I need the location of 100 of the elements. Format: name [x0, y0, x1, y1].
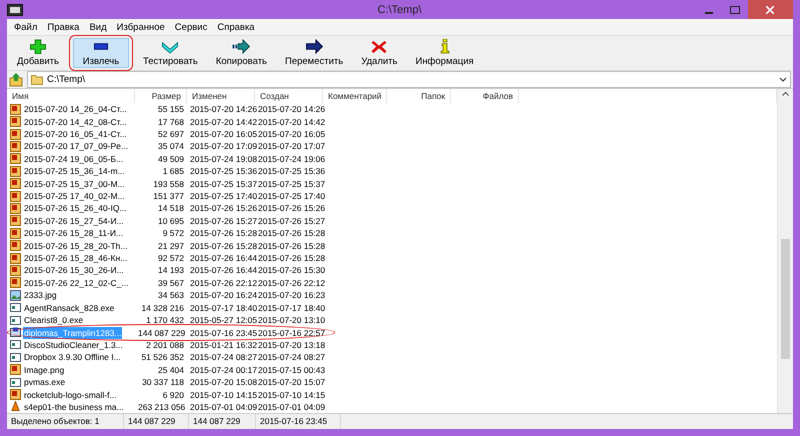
toolbar-button[interactable]: Информация: [411, 38, 478, 68]
file-name[interactable]: 2015-07-20 17_07_09-Pe...: [23, 140, 129, 152]
menu-item[interactable]: Справка: [212, 22, 260, 32]
column-header[interactable]: Создан: [255, 89, 323, 103]
toolbar-button[interactable]: Извлечь: [73, 38, 129, 68]
scroll-thumb[interactable]: [781, 239, 790, 359]
image-file-icon: [10, 264, 21, 276]
table-cell-text: 2015-07-24 00:17: [189, 364, 255, 376]
file-name[interactable]: 2333.jpg: [23, 289, 58, 302]
file-name[interactable]: Dropbox 3.9.30 Offline I...: [23, 351, 122, 364]
image-file-icon: [10, 166, 21, 177]
check-icon: [160, 39, 180, 54]
table-cell-text: 2015-07-24 19:08: [189, 152, 255, 165]
column-header[interactable]: Имя: [7, 89, 135, 103]
table-cell-text: 17 768: [157, 116, 185, 128]
toolbar-button[interactable]: Удалить: [357, 38, 402, 68]
column-header[interactable]: Изменен: [187, 89, 255, 103]
menu-item[interactable]: Правка: [42, 22, 84, 32]
table-cell-text: 2015-07-26 15:26: [189, 202, 255, 214]
table-cell-text: 2015-07-16 22:57: [257, 326, 323, 339]
file-name[interactable]: s4ep01-the business ma...: [23, 400, 125, 413]
file-name[interactable]: rocketclub-logo-small-f...: [23, 388, 118, 401]
table-cell-text: 2015-07-20 17:07: [257, 140, 323, 152]
toolbar-button[interactable]: Копировать: [212, 38, 271, 68]
table-cell-text: 2015-07-20 16:05: [189, 128, 255, 140]
table-cell-text: 2015-07-25 15:36: [189, 165, 255, 178]
table-cell-text: 2015-07-24 19:06: [257, 152, 323, 165]
file-name[interactable]: 2015-07-20 14_26_04-Ст...: [23, 103, 128, 116]
toolbar-button[interactable]: Тестировать: [139, 38, 202, 68]
file-name[interactable]: pvmas.exe: [23, 376, 66, 388]
table-cell-text: 193 558: [152, 178, 185, 190]
table-cell-text: 2015-07-20 15:08: [189, 376, 255, 388]
table-cell-text: 2015-01-21 16:32: [189, 338, 255, 351]
file-name[interactable]: 2015-07-26 15_28_46-Кн...: [23, 252, 128, 264]
file-name[interactable]: 2015-07-25 15_36_14-m...: [23, 165, 126, 178]
table-cell-text: 2015-07-20 14:42: [189, 116, 255, 128]
file-name[interactable]: 2015-07-26 15_26_40-IQ...: [23, 202, 128, 214]
file-name[interactable]: 2015-07-25 15_37_00-M...: [23, 178, 126, 190]
file-name[interactable]: 2015-07-26 15_27_54-И...: [23, 214, 125, 227]
file-name[interactable]: 2015-07-20 14_42_08-Ст...: [23, 116, 128, 128]
program-file-icon: [10, 352, 21, 363]
table-cell-text: 2015-07-26 15:27: [257, 214, 323, 227]
file-name[interactable]: 2015-07-26 15_30_26-И...: [23, 264, 125, 276]
file-name[interactable]: 2015-07-25 17_40_02-M...: [23, 190, 126, 202]
table-cell-text: 2015-07-20 15:07: [257, 376, 323, 388]
program-file-icon: [10, 314, 21, 326]
address-field[interactable]: C:\Temp\: [27, 71, 791, 88]
table-cell-text: 2015-07-26 15:30: [257, 264, 323, 276]
table-cell-text: 2015-07-26 15:28: [257, 252, 323, 264]
menu-item[interactable]: Сервис: [170, 22, 212, 32]
file-name[interactable]: 2015-07-26 15_28_20-Th...: [23, 240, 128, 252]
table-cell-text: 30 337 118: [141, 376, 185, 388]
table-cell-text: 1 685: [162, 165, 185, 178]
menu-item[interactable]: Файл: [9, 22, 42, 32]
file-name[interactable]: 2015-07-26 22_12_02-С_...: [23, 276, 130, 289]
scroll-up-icon[interactable]: [782, 91, 789, 96]
scrollbar[interactable]: [777, 89, 793, 413]
table-cell-text: 35 074: [157, 140, 185, 152]
file-name[interactable]: Clearist8_0.exe: [23, 314, 84, 326]
file-name[interactable]: Image.png: [23, 364, 66, 376]
menu-item[interactable]: Вид: [84, 22, 112, 32]
table-cell-text: 2015-07-01 04:09: [189, 400, 255, 413]
table-cell-text: 151 377: [152, 190, 185, 202]
table-cell-text: 14 518: [157, 202, 185, 214]
maximize-icon: [730, 6, 740, 14]
close-button[interactable]: [748, 0, 793, 19]
table-cell-text: 2015-07-24 08:27: [257, 351, 323, 364]
table-cell-text: 2015-07-26 15:28: [257, 240, 323, 252]
file-name[interactable]: AgentRansack_828.exe: [23, 302, 116, 314]
up-folder-icon[interactable]: [9, 72, 23, 86]
status-text: Выделено объектов: 1: [7, 414, 124, 429]
table-cell-text: 2015-07-26 15:28: [189, 240, 255, 252]
dropdown-caret-icon[interactable]: [779, 76, 787, 82]
table-cell-text: 2015-07-20 16:23: [257, 289, 323, 302]
toolbar-button[interactable]: Переместить: [281, 38, 348, 68]
table-cell-text: 2015-07-25 15:37: [189, 178, 255, 190]
file-name[interactable]: 2015-07-24 19_06_05-Б...: [23, 152, 124, 165]
column-header[interactable]: Файлов: [451, 89, 519, 103]
menu-item[interactable]: Избранное: [112, 22, 170, 32]
cone-icon: [10, 401, 21, 412]
table-cell-text: 2015-07-25 17:40: [189, 190, 255, 202]
folder-icon: [31, 74, 43, 85]
close-icon: [369, 39, 390, 54]
table-cell-text: 10 695: [157, 214, 185, 227]
column-header[interactable]: Комментарий: [323, 89, 387, 103]
window-title: C:\Temp\: [376, 4, 422, 16]
file-name[interactable]: 2015-07-20 16_05_41-Ст...: [23, 128, 128, 140]
toolbar-button[interactable]: Добавить: [13, 38, 63, 68]
table-cell-text: 2015-07-20 14:26: [189, 103, 255, 116]
table-cell-text: 92 572: [157, 252, 185, 264]
file-name[interactable]: DiscoStudioCleaner_1.3...: [23, 338, 124, 351]
plus-icon: [28, 39, 48, 54]
table-cell-text: 2015-07-17 18:40: [189, 302, 255, 314]
image-file-icon: [10, 252, 21, 264]
column-header[interactable]: Размер: [135, 89, 187, 103]
status-text: 2015-07-16 23:45: [256, 414, 341, 429]
table-cell-text: 2015-07-20 17:09: [189, 140, 255, 152]
file-name[interactable]: 2015-07-26 15_28_11-И...: [23, 227, 124, 240]
image-file-icon: [10, 215, 21, 226]
column-header[interactable]: Папок: [387, 89, 451, 103]
